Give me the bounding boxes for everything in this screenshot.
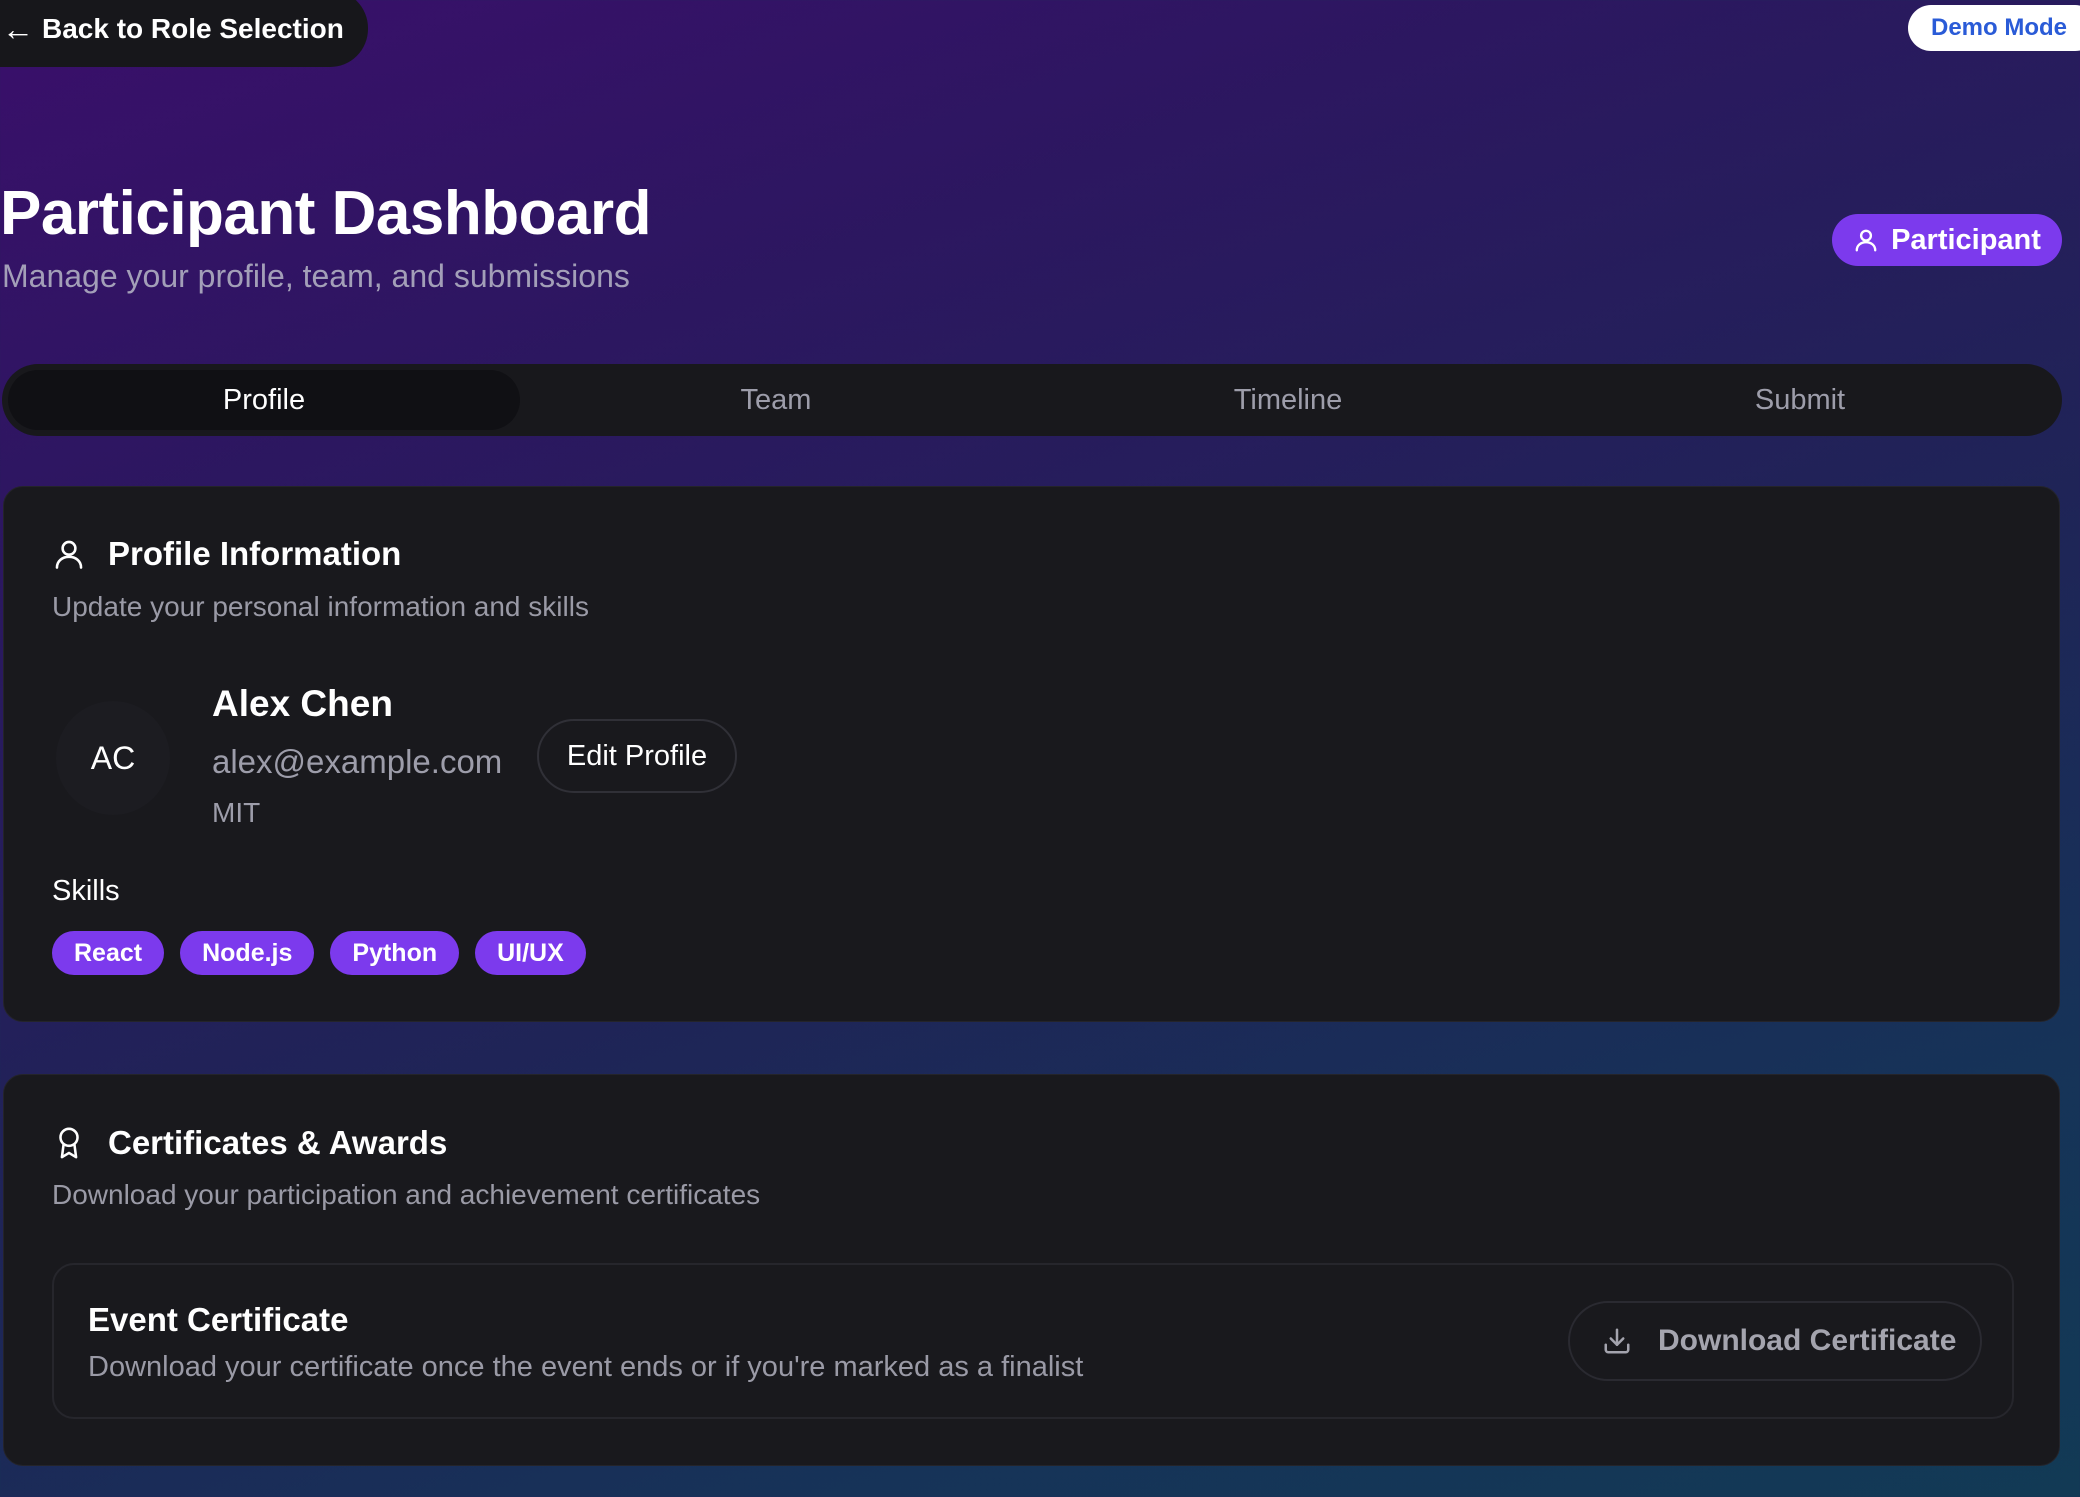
role-badge-label: Participant (1891, 223, 2041, 256)
tab-label: Timeline (1233, 383, 1343, 416)
tab-profile[interactable]: Profile (8, 370, 520, 430)
edit-profile-label: Edit Profile (566, 739, 708, 772)
user-name: Alex Chen (212, 683, 393, 724)
award-icon (52, 1123, 86, 1163)
download-certificate-button[interactable]: Download Certificate (1568, 1301, 1982, 1381)
skills-label: Skills (52, 875, 120, 907)
event-certificate-item: Event Certificate Download your certific… (52, 1263, 2014, 1419)
download-icon (1602, 1326, 1632, 1356)
avatar-initials: AC (90, 739, 136, 776)
tab-timeline[interactable]: Timeline (1032, 370, 1544, 430)
back-to-role-selection-button[interactable]: ← Back to Role Selection (0, 0, 368, 67)
skill-badge: Node.js (180, 931, 315, 975)
demo-mode-button[interactable]: Demo Mode (1908, 5, 2080, 51)
demo-mode-label: Demo Mode (1931, 14, 2068, 41)
tab-team[interactable]: Team (520, 370, 1032, 430)
profile-card-title: Profile Information (108, 535, 402, 572)
certificates-card: Certificates & Awards Download your part… (3, 1074, 2060, 1466)
user-email: alex@example.com (212, 743, 503, 780)
profile-card-header: Profile Information (52, 535, 401, 573)
avatar: AC (56, 701, 170, 815)
page-title: Participant Dashboard (0, 179, 651, 248)
tab-submit[interactable]: Submit (1544, 370, 2056, 430)
skill-badge: Python (330, 931, 460, 975)
edit-profile-button[interactable]: Edit Profile (537, 719, 737, 793)
tab-label: Team (740, 383, 812, 416)
back-button-label: Back to Role Selection (42, 12, 344, 44)
profile-information-card: Profile Information Update your personal… (3, 486, 2060, 1022)
user-icon (1853, 226, 1879, 254)
cert-card-description: Download your participation and achievem… (52, 1179, 761, 1210)
cert-card-header: Certificates & Awards (52, 1123, 447, 1163)
page-subtitle: Manage your profile, team, and submissio… (2, 258, 630, 294)
dashboard-tabs: Profile Team Timeline Submit (2, 364, 2062, 436)
skill-badge: UI/UX (475, 931, 586, 975)
arrow-left-icon: ← (2, 10, 34, 47)
cert-item-title: Event Certificate (88, 1301, 349, 1338)
download-certificate-label: Download Certificate (1658, 1324, 1957, 1357)
skills-list: React Node.js Python UI/UX (52, 931, 586, 975)
role-badge: Participant (1832, 214, 2062, 266)
cert-card-title: Certificates & Awards (108, 1124, 448, 1161)
user-school: MIT (212, 797, 261, 828)
tab-label: Submit (1754, 383, 1846, 416)
tab-label: Profile (222, 383, 306, 416)
profile-card-description: Update your personal information and ski… (52, 591, 589, 622)
skill-badge: React (52, 931, 165, 975)
user-icon (52, 535, 86, 573)
cert-item-description: Download your certificate once the event… (88, 1351, 1084, 1383)
